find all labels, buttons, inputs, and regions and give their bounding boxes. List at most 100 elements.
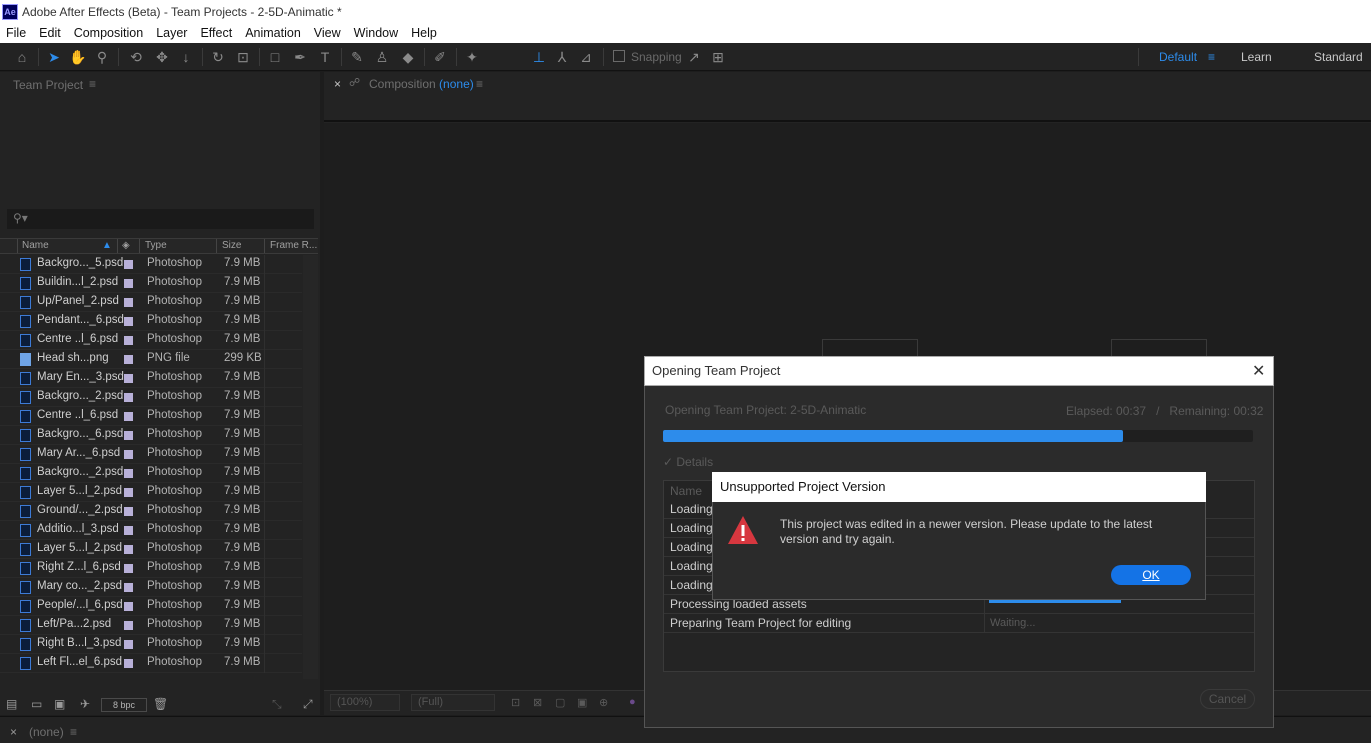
- column-frame-rate[interactable]: Frame R...: [270, 240, 317, 251]
- color-channels-icon[interactable]: ●: [629, 696, 636, 708]
- workspace-learn[interactable]: Learn: [1241, 50, 1272, 64]
- menu-file[interactable]: File: [6, 26, 26, 40]
- label-color-swatch[interactable]: [124, 393, 133, 402]
- label-color-swatch[interactable]: [124, 488, 133, 497]
- label-color-swatch[interactable]: [124, 279, 133, 288]
- rotate-tool-icon[interactable]: ↻: [208, 47, 228, 67]
- label-color-swatch[interactable]: [124, 298, 133, 307]
- project-row[interactable]: Backgro..._2.psd Photoshop 7.9 MB: [0, 388, 302, 407]
- pen-tool-icon[interactable]: ✒: [290, 47, 310, 67]
- label-color-swatch[interactable]: [124, 450, 133, 459]
- orbit-camera-icon[interactable]: ⟲: [126, 47, 146, 67]
- selection-tool-icon[interactable]: ➤: [44, 47, 64, 67]
- new-composition-icon[interactable]: ▣: [54, 697, 65, 711]
- world-axis-mode-icon[interactable]: ⅄: [552, 47, 572, 67]
- menu-animation[interactable]: Animation: [245, 26, 301, 40]
- column-name[interactable]: Name: [22, 240, 49, 251]
- dolly-camera-icon[interactable]: ↓: [176, 47, 196, 67]
- view-axis-mode-icon[interactable]: ⊿: [576, 47, 596, 67]
- search-icon[interactable]: ⚲▾: [13, 211, 28, 225]
- lock-icon[interactable]: ☍: [349, 76, 360, 89]
- project-search-input[interactable]: [7, 209, 314, 229]
- label-color-swatch[interactable]: [124, 621, 133, 630]
- project-row[interactable]: Head sh...png PNG file 299 KB: [0, 350, 302, 369]
- label-color-swatch[interactable]: [124, 336, 133, 345]
- label-color-swatch[interactable]: [124, 431, 133, 440]
- composition-name[interactable]: (none): [439, 77, 474, 91]
- project-row[interactable]: Ground/..._2.psd Photoshop 7.9 MB: [0, 502, 302, 521]
- fast-previews-icon[interactable]: ⊡: [511, 696, 520, 709]
- anchor-point-tool-icon[interactable]: ⊡: [233, 47, 253, 67]
- project-row[interactable]: Backgro..._2.psd Photoshop 7.9 MB: [0, 464, 302, 483]
- label-tag-icon[interactable]: ◈: [122, 240, 130, 251]
- roto-brush-tool-icon[interactable]: ✐: [430, 47, 450, 67]
- workspace-default[interactable]: Default: [1159, 50, 1197, 64]
- label-color-swatch[interactable]: [124, 583, 133, 592]
- guides-icon[interactable]: ⊕: [599, 696, 608, 709]
- tab-team-project[interactable]: Team Project: [13, 78, 83, 92]
- label-color-swatch[interactable]: [124, 260, 133, 269]
- project-row[interactable]: Up/Panel_2.psd Photoshop 7.9 MB: [0, 293, 302, 312]
- dependencies-icon[interactable]: ✈: [80, 697, 90, 711]
- label-color-swatch[interactable]: [124, 355, 133, 364]
- close-tab-icon[interactable]: ×: [10, 725, 17, 739]
- project-row[interactable]: Left/Pa...2.psd Photoshop 7.9 MB: [0, 616, 302, 635]
- snapping-grid-icon[interactable]: ⊞: [708, 47, 728, 67]
- resize-icon[interactable]: ⤡: [272, 697, 282, 712]
- brush-tool-icon[interactable]: ✎: [347, 47, 367, 67]
- workspace-menu-icon[interactable]: ≡: [1208, 50, 1215, 64]
- ok-button[interactable]: OK: [1111, 565, 1191, 585]
- project-row[interactable]: Right Z...l_6.psd Photoshop 7.9 MB: [0, 559, 302, 578]
- label-color-swatch[interactable]: [124, 545, 133, 554]
- menu-help[interactable]: Help: [411, 26, 437, 40]
- transparency-grid-icon[interactable]: ⊠: [533, 696, 542, 709]
- project-row[interactable]: Mary co..._2.psd Photoshop 7.9 MB: [0, 578, 302, 597]
- resolution-dropdown[interactable]: (Full): [411, 694, 495, 711]
- interpret-footage-icon[interactable]: ▤: [6, 697, 17, 711]
- label-color-swatch[interactable]: [124, 412, 133, 421]
- label-color-swatch[interactable]: [124, 640, 133, 649]
- label-color-swatch[interactable]: [124, 317, 133, 326]
- project-row[interactable]: Mary En..._3.psd Photoshop 7.9 MB: [0, 369, 302, 388]
- project-row[interactable]: Centre ..l_6.psd Photoshop 7.9 MB: [0, 407, 302, 426]
- column-size[interactable]: Size: [222, 240, 241, 251]
- snapping-options-icon[interactable]: ↗: [684, 47, 704, 67]
- bit-depth-button[interactable]: 8 bpc: [101, 698, 147, 712]
- cancel-button[interactable]: Cancel: [1200, 689, 1255, 709]
- project-row[interactable]: Right B...l_3.psd Photoshop 7.9 MB: [0, 635, 302, 654]
- eraser-tool-icon[interactable]: ◆: [398, 47, 418, 67]
- panel-menu-icon[interactable]: ≡: [476, 77, 483, 91]
- close-tab-icon[interactable]: ×: [334, 77, 341, 91]
- details-toggle[interactable]: ✓ Details: [663, 455, 713, 469]
- project-row[interactable]: Centre ..l_6.psd Photoshop 7.9 MB: [0, 331, 302, 350]
- rectangle-tool-icon[interactable]: □: [265, 47, 285, 67]
- project-row[interactable]: People/...l_6.psd Photoshop 7.9 MB: [0, 597, 302, 616]
- snapping-checkbox[interactable]: [613, 50, 625, 62]
- project-row[interactable]: Backgro..._5.psd Photoshop 7.9 MB: [0, 255, 302, 274]
- expand-icon[interactable]: ⤢: [303, 697, 313, 712]
- project-scrollbar[interactable]: [303, 255, 318, 679]
- menu-window[interactable]: Window: [354, 26, 398, 40]
- hand-tool-icon[interactable]: ✋: [68, 47, 88, 67]
- label-color-swatch[interactable]: [124, 526, 133, 535]
- project-row[interactable]: Additio...l_3.psd Photoshop 7.9 MB: [0, 521, 302, 540]
- project-row[interactable]: Pendant..._6.psd Photoshop 7.9 MB: [0, 312, 302, 331]
- close-icon[interactable]: ✕: [1252, 361, 1265, 381]
- panel-menu-icon[interactable]: ≡: [89, 77, 96, 91]
- menu-edit[interactable]: Edit: [39, 26, 61, 40]
- project-row[interactable]: Mary Ar..._6.psd Photoshop 7.9 MB: [0, 445, 302, 464]
- project-row[interactable]: Buildin...l_2.psd Photoshop 7.9 MB: [0, 274, 302, 293]
- label-color-swatch[interactable]: [124, 374, 133, 383]
- label-color-swatch[interactable]: [124, 659, 133, 668]
- clone-stamp-tool-icon[interactable]: ♙: [372, 47, 392, 67]
- menu-effect[interactable]: Effect: [200, 26, 232, 40]
- label-color-swatch[interactable]: [124, 507, 133, 516]
- delete-icon[interactable]: 🗑: [153, 697, 168, 711]
- label-color-swatch[interactable]: [124, 469, 133, 478]
- home-icon[interactable]: ⌂: [12, 47, 32, 67]
- project-row[interactable]: Layer 5...l_2.psd Photoshop 7.9 MB: [0, 540, 302, 559]
- zoom-tool-icon[interactable]: ⚲: [92, 47, 112, 67]
- workspace-standard[interactable]: Standard: [1314, 50, 1363, 64]
- composition-tab-title[interactable]: Composition (none): [369, 77, 474, 91]
- timeline-tab-label[interactable]: (none): [29, 725, 64, 739]
